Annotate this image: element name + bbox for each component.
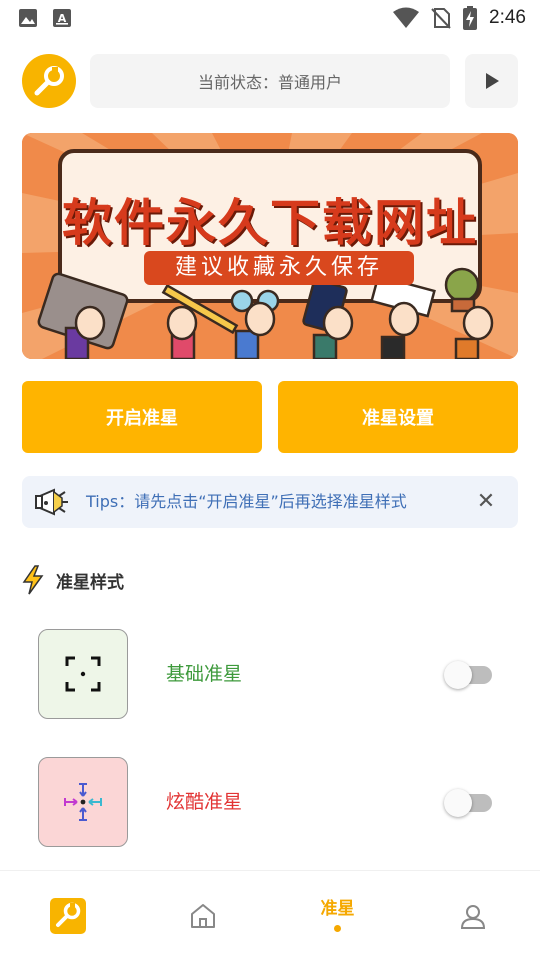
nav-crosshair[interactable]: 准星: [270, 871, 405, 961]
bottom-navigation: 准星: [0, 870, 540, 960]
play-button[interactable]: [465, 54, 518, 108]
text-a-icon: A: [53, 9, 71, 27]
action-buttons: 开启准星 准星设置: [22, 381, 518, 453]
clock: 2:46: [489, 7, 526, 28]
crosshair-settings-button[interactable]: 准星设置: [278, 381, 518, 453]
no-sim-icon: [431, 8, 451, 29]
nav-crosshair-label: 准星: [320, 899, 355, 919]
basic-crosshair-toggle[interactable]: [444, 661, 492, 689]
style-name: 基础准星: [166, 663, 243, 685]
tips-banner: Tips：请先点击“开启准星”后再选择准星样式 ✕: [22, 476, 518, 528]
top-bar: 当前状态：普通用户: [22, 54, 518, 108]
basic-crosshair-icon: [65, 656, 101, 692]
close-icon[interactable]: ✕: [474, 489, 498, 515]
home-icon: [190, 904, 215, 928]
banner-title: 软件永久下载网址: [62, 194, 478, 252]
wrench-app-icon: [49, 898, 86, 934]
user-icon: [460, 905, 485, 929]
play-icon: [485, 73, 499, 89]
status-bar: A 2:46: [0, 0, 540, 36]
basic-crosshair-preview: [38, 629, 128, 719]
tips-text: Tips：请先点击“开启准星”后再选择准星样式: [86, 492, 407, 511]
style-item-cool[interactable]: 炫酷准星: [38, 757, 498, 847]
nav-tools[interactable]: [0, 871, 135, 961]
enable-crosshair-button[interactable]: 开启准星: [22, 381, 262, 453]
lightning-icon: [22, 565, 44, 595]
style-name: 炫酷准星: [166, 791, 243, 813]
cool-crosshair-icon: [64, 783, 102, 821]
promo-banner[interactable]: 软件永久下载网址 建议收藏永久保存: [22, 133, 518, 359]
wifi-icon: [393, 7, 420, 28]
nav-profile[interactable]: [405, 871, 540, 961]
battery-charging-icon: [463, 6, 478, 30]
app-logo[interactable]: [22, 54, 76, 108]
crosshair-style-header: 准星样式: [22, 564, 124, 596]
nav-home[interactable]: [135, 871, 270, 961]
megaphone-icon: [35, 488, 68, 516]
section-title: 准星样式: [56, 572, 124, 593]
cool-crosshair-toggle[interactable]: [444, 789, 492, 817]
wrench-icon: [34, 66, 64, 96]
image-icon: [19, 9, 37, 27]
style-item-basic[interactable]: 基础准星: [38, 629, 498, 719]
cool-crosshair-preview: [38, 757, 128, 847]
user-status-text: 当前状态：普通用户: [197, 73, 342, 92]
active-indicator: [334, 925, 341, 932]
banner-subtitle: 建议收藏永久保存: [144, 251, 414, 285]
user-status-box: 当前状态：普通用户: [90, 54, 450, 108]
